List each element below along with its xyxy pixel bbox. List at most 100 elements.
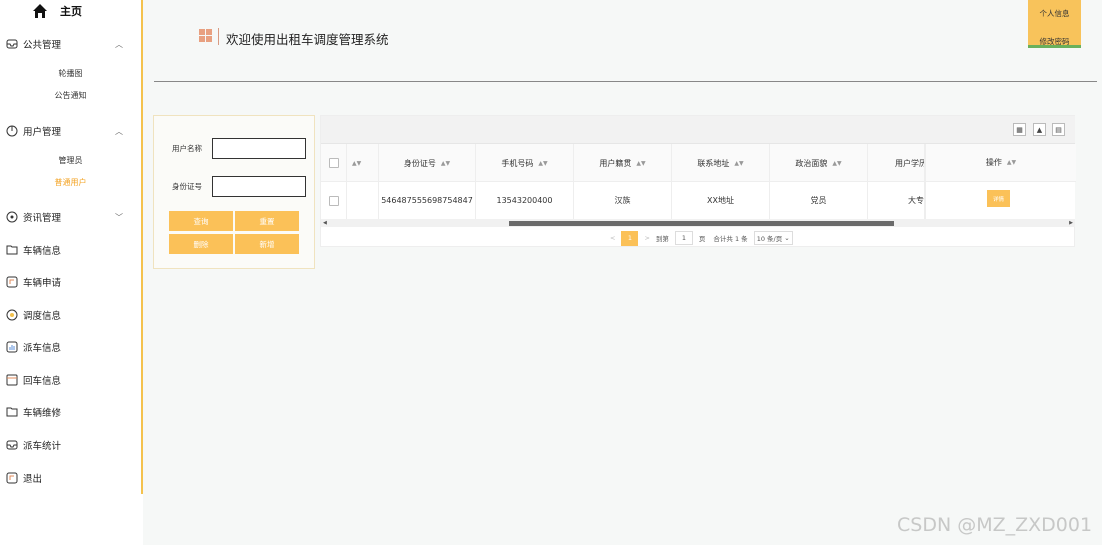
- column-label: 政治面貌: [795, 158, 828, 168]
- column-label: 身份证号: [403, 158, 436, 168]
- cell-education: 大专: [868, 182, 925, 219]
- cell-partial: [347, 182, 379, 219]
- cell-origin: 汉族: [574, 182, 672, 219]
- chevron-down-icon: ﹀: [115, 212, 123, 222]
- menu-logout[interactable]: 退出: [0, 467, 141, 489]
- page-1-button[interactable]: 1: [621, 230, 639, 246]
- menu-label: 车辆信息: [23, 246, 62, 257]
- sort-icon: ▲▼: [832, 159, 842, 167]
- menu-label: 派车信息: [23, 343, 62, 354]
- menu-label: 调度信息: [23, 311, 62, 322]
- cell-phone: 13543200400: [476, 182, 574, 219]
- cell-politics: 党员: [770, 182, 868, 219]
- reset-button[interactable]: 重置: [235, 211, 299, 231]
- menu-label: 用户管理: [23, 127, 62, 138]
- home-icon: [33, 4, 47, 18]
- total-count: 合计共 1 条: [713, 235, 748, 243]
- menu-label: 退出: [23, 474, 43, 485]
- menu-user-management[interactable]: 用户管理 ︿: [0, 120, 141, 142]
- select-all-checkbox[interactable]: [328, 158, 339, 168]
- dial-icon: [6, 309, 18, 321]
- chevron-up-icon: ︿: [115, 39, 123, 49]
- menu-dispatch-statistics[interactable]: 派车统计: [0, 434, 141, 456]
- goto-page-input[interactable]: 1: [674, 231, 693, 245]
- column-education[interactable]: 用户学历: [868, 144, 925, 182]
- detail-button[interactable]: 详情: [987, 190, 1010, 207]
- inbox-icon: [6, 440, 18, 450]
- menu-public-management[interactable]: 公共管理 ︿: [0, 33, 141, 55]
- menu-dispatch-info[interactable]: 调度信息: [0, 304, 141, 326]
- inbox-icon: [6, 39, 18, 49]
- query-button[interactable]: 查询: [169, 211, 233, 231]
- column-politics[interactable]: 政治面貌 ▲▼: [770, 144, 868, 182]
- idcard-label: 身份证号: [172, 182, 202, 191]
- column-origin[interactable]: 用户籍贯 ▲▼: [574, 144, 672, 182]
- menu-news-management[interactable]: 资讯管理 ﹀: [0, 206, 141, 228]
- column-label: 用户籍贯: [599, 158, 632, 168]
- action-column: 操作 ▲▼ 详情: [925, 144, 1076, 219]
- page-title: 欢迎使用出租车调度管理系统: [226, 32, 389, 47]
- sidebar: 主页 公共管理 ︿ 轮播图 公告通知 用户管理 ︿ 管理员 普通用户 资讯管理 …: [0, 0, 143, 494]
- sort-icon: ▲▼: [734, 159, 744, 167]
- submenu-carousel[interactable]: 轮播图: [0, 68, 141, 79]
- submenu-announcement[interactable]: 公告通知: [0, 90, 141, 101]
- scroll-left-icon[interactable]: ◀: [323, 219, 327, 227]
- column-idcard[interactable]: 身份证号 ▲▼: [379, 144, 476, 182]
- column-sort-partial[interactable]: ▲▼: [347, 144, 379, 182]
- page-size-select[interactable]: 10 条/页 ⌄: [753, 231, 793, 245]
- chevron-down-icon: ⌄: [784, 234, 790, 242]
- search-panel: 用户名称 身份证号 查询 重置 删除 新增: [153, 115, 315, 269]
- column-action: 操作 ▲▼: [926, 144, 1076, 182]
- bookmark-icon: [6, 472, 18, 484]
- menu-dispatch-car-info[interactable]: 派车信息: [0, 336, 141, 358]
- next-page-icon[interactable]: >: [644, 234, 649, 242]
- print-icon[interactable]: ▤: [1052, 123, 1065, 136]
- sort-icon: ▲▼: [440, 159, 451, 167]
- select-all-cell: [321, 144, 347, 182]
- scrollbar-thumb[interactable]: [509, 221, 894, 226]
- row-checkbox[interactable]: [328, 195, 339, 206]
- menu-vehicle-repair[interactable]: 车辆维修: [0, 401, 141, 423]
- bookmark-icon: [6, 276, 18, 288]
- cell-idcard: 546487555698754847: [379, 182, 476, 219]
- clock-icon: [6, 125, 18, 137]
- page-unit-label: 页: [698, 235, 706, 243]
- sidebar-footer: [0, 494, 143, 545]
- scroll-right-icon[interactable]: ▶: [1069, 219, 1073, 227]
- row-select-cell: [321, 182, 347, 219]
- menu-label: 派车统计: [23, 441, 62, 452]
- sort-icon: ▲▼: [352, 159, 362, 167]
- column-label: 手机号码: [501, 158, 534, 168]
- home-link[interactable]: 主页: [32, 2, 82, 20]
- column-label: 联系地址: [697, 158, 730, 168]
- column-phone[interactable]: 手机号码 ▲▼: [476, 144, 574, 182]
- folder-icon: [6, 245, 18, 255]
- column-address[interactable]: 联系地址 ▲▼: [672, 144, 770, 182]
- username-input[interactable]: [212, 138, 306, 159]
- add-button[interactable]: 新增: [235, 234, 299, 254]
- watermark: CSDN @MZ_ZXD001: [897, 514, 1093, 536]
- menu-label: 车辆维修: [23, 408, 62, 419]
- menu-return-info[interactable]: 回车信息: [0, 369, 141, 391]
- page-size-value: 10 条/页: [756, 235, 783, 243]
- idcard-input[interactable]: [212, 176, 306, 197]
- menu-label: 公共管理: [23, 40, 62, 51]
- sort-icon: ▲▼: [538, 159, 548, 167]
- chevron-up-icon: ︿: [115, 126, 123, 136]
- menu-vehicle-info[interactable]: 车辆信息: [0, 239, 141, 261]
- info-circle-icon: [6, 211, 18, 223]
- header-divider-line: [154, 81, 1097, 82]
- profile-link[interactable]: 个人信息: [1028, 8, 1081, 19]
- submenu-normal-user[interactable]: 普通用户: [0, 177, 141, 188]
- columns-filter-icon[interactable]: ▦: [1013, 123, 1026, 136]
- sort-icon: ▲▼: [1006, 159, 1017, 166]
- change-password-link[interactable]: 修改密码: [1028, 36, 1081, 47]
- export-icon[interactable]: ▲: [1033, 123, 1046, 136]
- username-label: 用户名称: [172, 144, 202, 153]
- horizontal-scrollbar[interactable]: ◀ ▶: [321, 219, 1075, 227]
- menu-vehicle-application[interactable]: 车辆申请: [0, 271, 141, 293]
- user-menu: 个人信息 修改密码: [1028, 0, 1081, 48]
- submenu-admin[interactable]: 管理员: [0, 155, 141, 166]
- delete-button[interactable]: 删除: [169, 234, 233, 254]
- prev-page-icon[interactable]: <: [610, 234, 615, 242]
